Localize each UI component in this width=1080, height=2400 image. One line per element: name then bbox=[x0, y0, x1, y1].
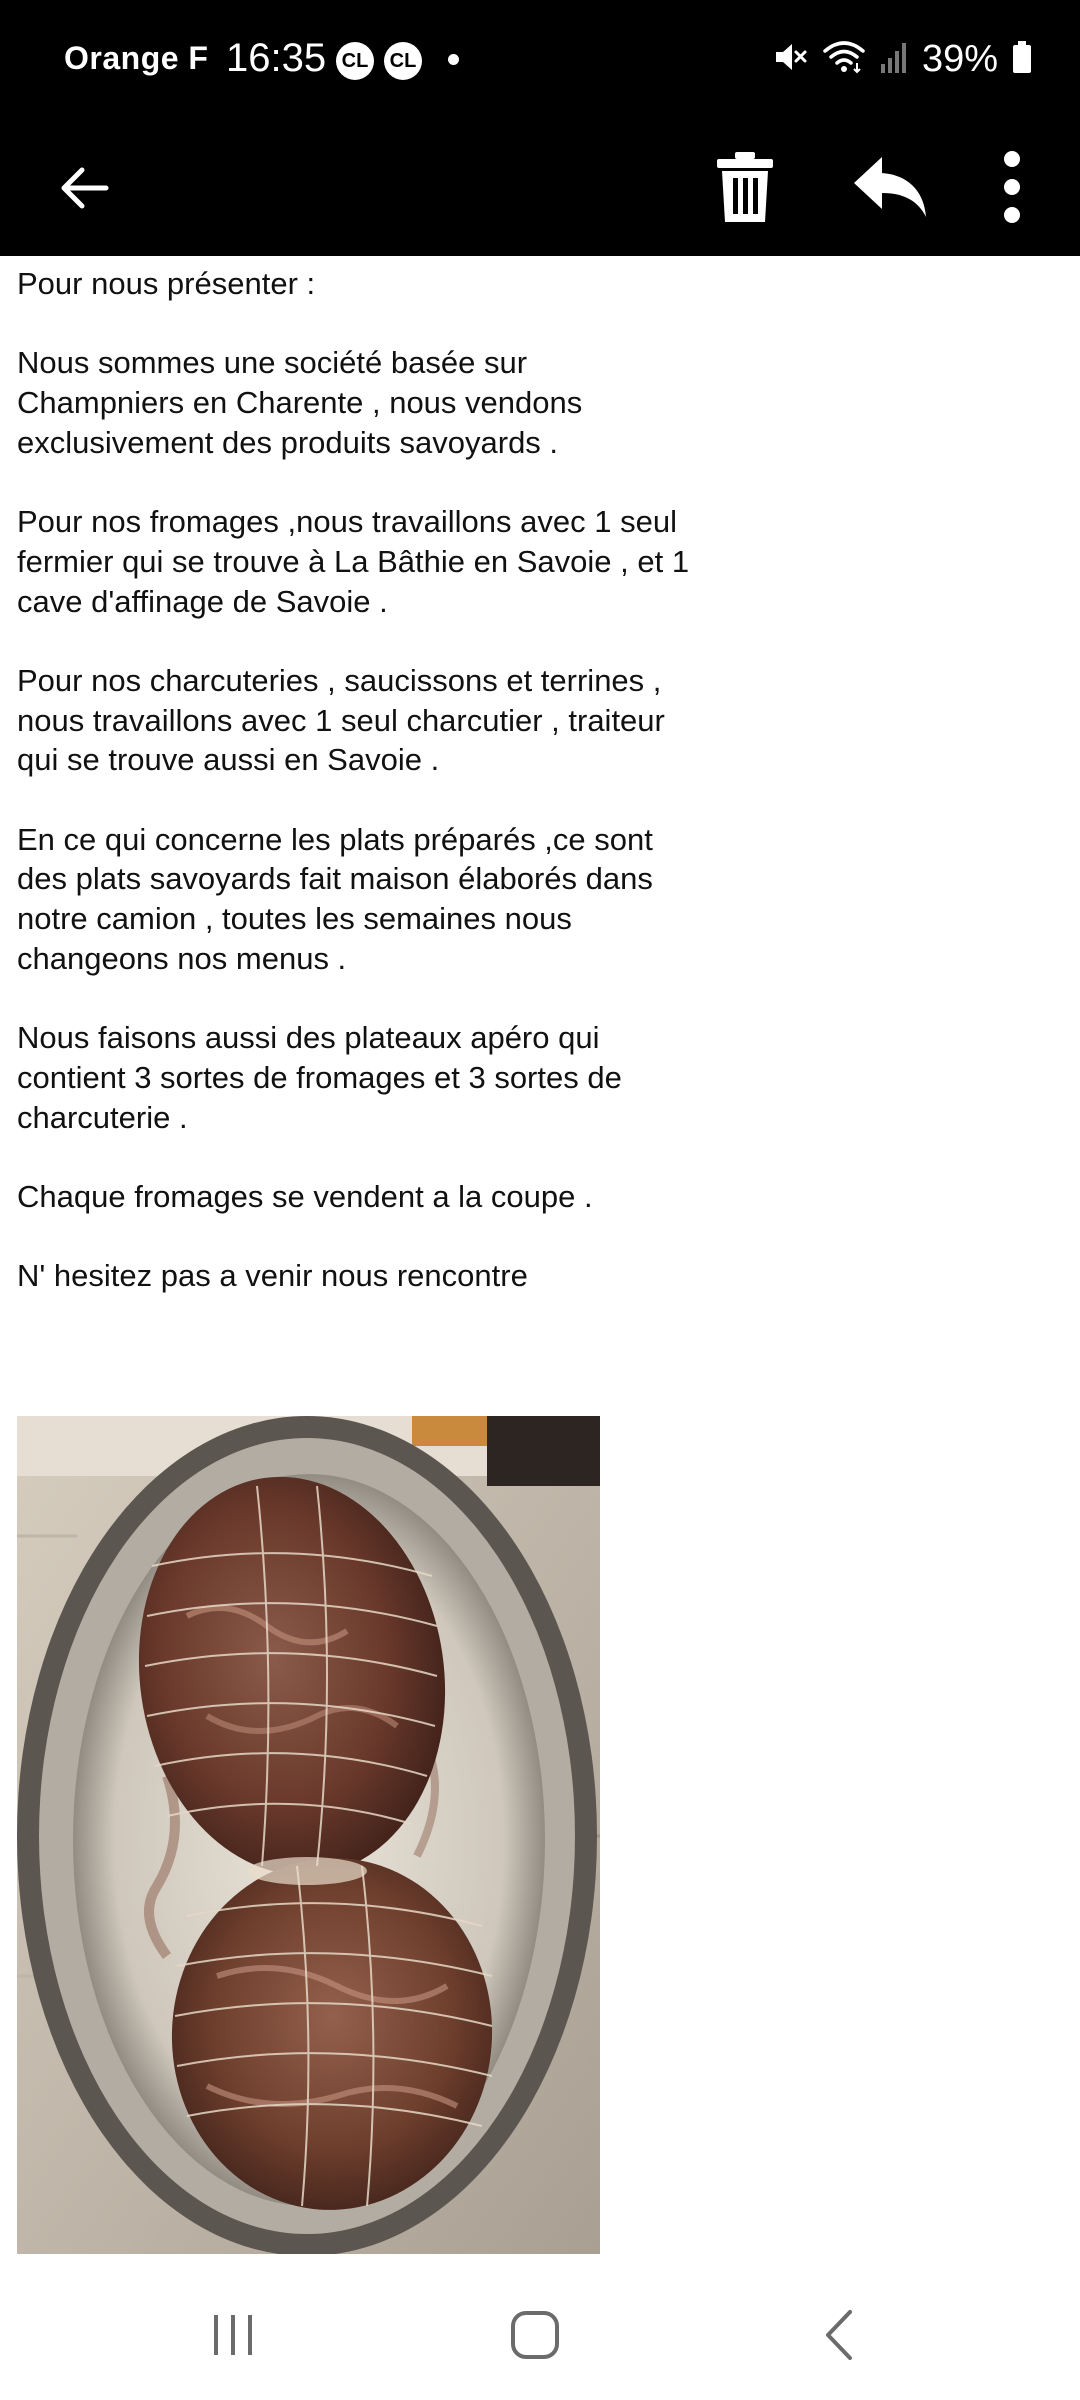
text-line: contient 3 sortes de fromages et 3 sorte… bbox=[17, 1059, 622, 1095]
email-paragraph: Chaque fromages se vendent a la coupe . bbox=[17, 1177, 757, 1217]
reply-icon bbox=[854, 157, 926, 217]
email-paragraph: Pour nos charcuteries , saucissons et te… bbox=[17, 661, 757, 780]
battery-icon bbox=[1012, 40, 1032, 79]
more-vertical-icon bbox=[1004, 151, 1020, 223]
email-paragraph: En ce qui concerne les plats préparés ,c… bbox=[17, 820, 757, 979]
home-icon bbox=[511, 2311, 559, 2359]
email-paragraph: Nous faisons aussi des plateaux apéro qu… bbox=[17, 1018, 757, 1137]
text-line: qui se trouve aussi en Savoie . bbox=[17, 742, 440, 778]
arrow-left-icon bbox=[61, 167, 109, 209]
app-toolbar bbox=[0, 120, 1080, 256]
reply-button[interactable] bbox=[840, 142, 940, 232]
roast-meat-photo bbox=[17, 1416, 600, 2254]
more-notifications-dot-icon bbox=[448, 54, 459, 65]
recent-apps-button[interactable] bbox=[183, 2290, 283, 2380]
text-line: notre camion , toutes les semaines nous bbox=[17, 901, 572, 937]
text-line: charcuterie . bbox=[17, 1099, 188, 1135]
carrier-name: Orange F bbox=[64, 40, 209, 76]
home-button[interactable] bbox=[485, 2290, 585, 2380]
text-line: Pour nos charcuteries , saucissons et te… bbox=[17, 662, 662, 698]
email-paragraph: Pour nous présenter : bbox=[17, 264, 757, 304]
text-line: Champniers en Charente , nous vendons bbox=[17, 385, 583, 421]
text-line: exclusivement des produits savoyards . bbox=[17, 424, 559, 460]
email-paragraph: Nous sommes une société basée sur Champn… bbox=[17, 343, 757, 462]
trash-icon bbox=[717, 152, 773, 222]
email-paragraph: Pour nos fromages ,nous travaillons avec… bbox=[17, 502, 757, 621]
system-navigation-bar bbox=[0, 2270, 1080, 2400]
text-line: En ce qui concerne les plats préparés ,c… bbox=[17, 821, 653, 857]
text-line: cave d'affinage de Savoie . bbox=[17, 583, 388, 619]
status-time: 16:35 bbox=[226, 36, 327, 80]
notification-badge-icon: CL bbox=[384, 42, 422, 80]
text-line: changeons nos menus . bbox=[17, 940, 347, 976]
recent-apps-icon bbox=[214, 2315, 252, 2355]
email-paragraph: N' hesitez pas a venir nous rencontre bbox=[17, 1256, 757, 1296]
mute-icon bbox=[772, 39, 808, 80]
more-options-button[interactable] bbox=[980, 142, 1044, 232]
text-line: Pour nous présenter : bbox=[17, 266, 316, 301]
wifi-icon bbox=[822, 39, 866, 80]
text-line: des plats savoyards fait maison élaborés… bbox=[17, 861, 653, 897]
email-body: Pour nous présenter : Nous sommes une so… bbox=[17, 264, 757, 1296]
text-line: N' hesitez pas a venir nous rencontre bbox=[17, 1258, 528, 1294]
text-line: Nous faisons aussi des plateaux apéro qu… bbox=[17, 1020, 600, 1056]
text-line: nous travaillons avec 1 seul charcutier … bbox=[17, 702, 665, 738]
delete-button[interactable] bbox=[700, 142, 790, 232]
email-attachment-image[interactable] bbox=[17, 1416, 600, 2254]
nav-back-icon bbox=[826, 2310, 852, 2360]
status-bar: Orange F 16:35 CL CL 39% bbox=[0, 0, 1080, 120]
signal-icon bbox=[880, 40, 908, 79]
notification-badge-icon: CL bbox=[336, 42, 374, 80]
battery-percentage: 39% bbox=[921, 38, 998, 80]
text-line: fermier qui se trouve à La Bâthie en Sav… bbox=[17, 543, 690, 579]
text-line: Chaque fromages se vendent a la coupe . bbox=[17, 1179, 593, 1215]
nav-back-button[interactable] bbox=[790, 2290, 890, 2380]
text-line: Nous sommes une société basée sur bbox=[17, 345, 528, 381]
system-icons: 39% bbox=[772, 38, 1032, 81]
back-button[interactable] bbox=[44, 148, 124, 228]
text-line: Pour nos fromages ,nous travaillons avec… bbox=[17, 504, 677, 540]
